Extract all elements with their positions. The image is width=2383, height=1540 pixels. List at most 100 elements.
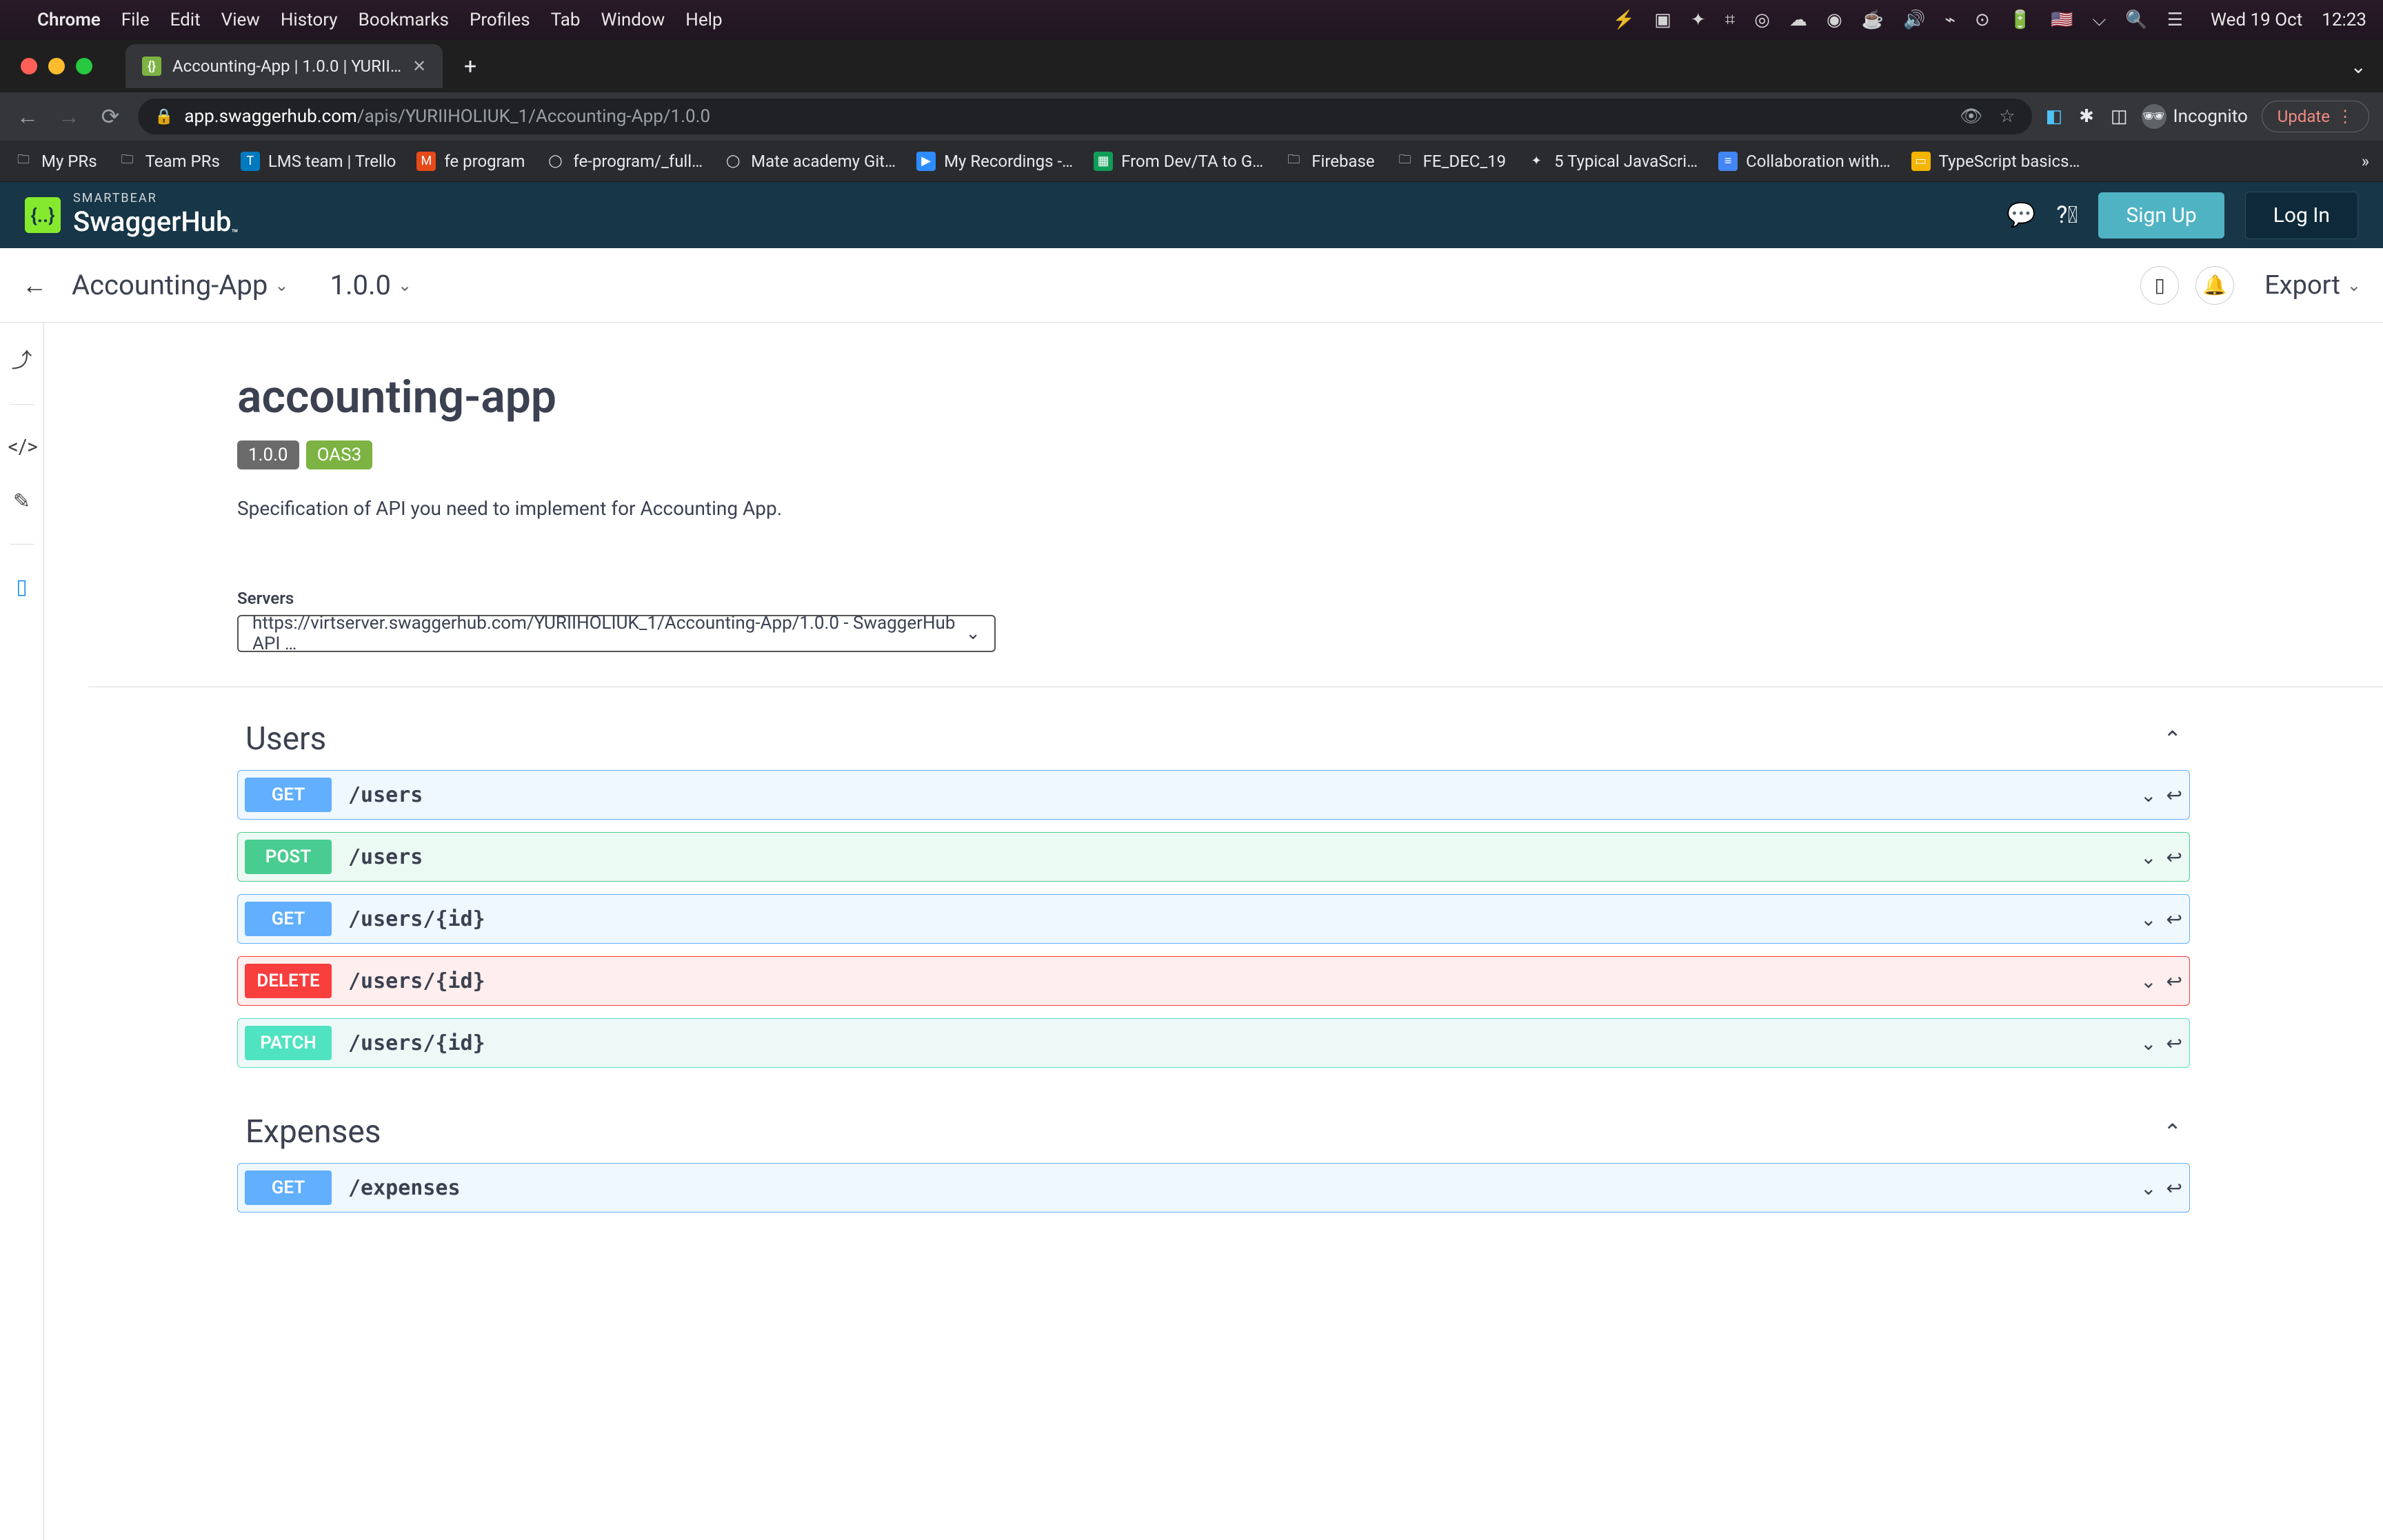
chevron-down-icon[interactable]: ⌄ bbox=[2140, 970, 2156, 993]
api-selector[interactable]: Accounting-App ⌄ bbox=[72, 269, 288, 301]
reload-button[interactable]: ⟳ bbox=[97, 103, 124, 130]
bookmark-item[interactable]: ✦5 Typical JavaScri… bbox=[1527, 152, 1698, 171]
menu-edit[interactable]: Edit bbox=[170, 10, 201, 30]
minimize-window-button[interactable] bbox=[48, 58, 65, 74]
macos-menubar: Chrome File Edit View History Bookmarks … bbox=[0, 0, 2383, 40]
export-button[interactable]: Export ⌄ bbox=[2264, 270, 2361, 301]
bookmark-item[interactable]: Mfe program bbox=[416, 152, 525, 171]
chevron-down-icon[interactable]: ⌄ bbox=[2140, 1177, 2156, 1199]
back-arrow-icon[interactable]: ← bbox=[22, 271, 47, 300]
operation-get[interactable]: GET /users ⌄ ↩ bbox=[237, 770, 2190, 820]
operation-delete[interactable]: DELETE /users/{id} ⌄ ↩ bbox=[237, 956, 2190, 1006]
status-icon[interactable]: ✦ bbox=[1691, 10, 1706, 30]
menubar-date[interactable]: Wed 19 Oct bbox=[2211, 10, 2302, 30]
control-center-icon[interactable]: ☰ bbox=[2167, 10, 2183, 30]
flag-icon[interactable]: 🇺🇸 bbox=[2051, 10, 2073, 30]
wifi-icon[interactable]: ⌵ bbox=[2093, 10, 2107, 31]
bookmark-item[interactable]: ▭TypeScript basics… bbox=[1911, 152, 2080, 171]
play-icon[interactable]: ⊙ bbox=[1975, 10, 1990, 30]
menu-tab[interactable]: Tab bbox=[551, 10, 581, 30]
close-window-button[interactable] bbox=[21, 58, 37, 74]
panel-icon[interactable]: ◫ bbox=[2111, 106, 2128, 127]
menu-window[interactable]: Window bbox=[601, 10, 665, 30]
sidebar-share-icon[interactable]: ⤴ bbox=[8, 343, 36, 374]
menu-profiles[interactable]: Profiles bbox=[470, 10, 530, 30]
operation-patch[interactable]: PATCH /users/{id} ⌄ ↩ bbox=[237, 1018, 2190, 1068]
link-icon[interactable]: ↩ bbox=[2166, 908, 2182, 931]
bookmark-item[interactable]: 🗀Team PRs bbox=[118, 152, 220, 171]
bookmark-item[interactable]: ◯Mate academy Git… bbox=[723, 152, 896, 171]
sidebar-edit-icon[interactable]: ✎ bbox=[8, 489, 36, 514]
section-header[interactable]: Expenses ⌃ bbox=[237, 1101, 2190, 1163]
chat-icon[interactable]: 💬 bbox=[2007, 201, 2035, 229]
link-icon[interactable]: ↩ bbox=[2166, 846, 2182, 869]
chevron-down-icon[interactable]: ⌄ bbox=[2140, 908, 2156, 931]
bookmark-item[interactable]: TLMS team | Trello bbox=[241, 152, 396, 171]
sidebar-code-icon[interactable]: </> bbox=[8, 435, 36, 459]
menu-bookmarks[interactable]: Bookmarks bbox=[359, 10, 449, 30]
servers-dropdown[interactable]: https://virtserver.swaggerhub.com/YURIIH… bbox=[237, 615, 996, 652]
help-icon[interactable]: ?⃝ bbox=[2056, 201, 2078, 229]
swaggerhub-brand[interactable]: {..} SMARTBEAR SwaggerHub™ bbox=[25, 191, 239, 240]
folder-icon: 🗀 bbox=[1284, 152, 1303, 171]
bookmark-item[interactable]: ◯fe-program/_full… bbox=[545, 152, 703, 171]
status-icon[interactable]: ⌗ bbox=[1725, 10, 1736, 31]
chevron-down-icon[interactable]: ⌄ bbox=[2140, 846, 2156, 869]
forward-button[interactable]: → bbox=[55, 103, 83, 130]
menu-help[interactable]: Help bbox=[685, 10, 722, 30]
search-icon[interactable]: 🔍 bbox=[2125, 10, 2147, 30]
operation-get[interactable]: GET /expenses ⌄ ↩ bbox=[237, 1163, 2190, 1213]
menu-view[interactable]: View bbox=[221, 10, 260, 30]
status-icon[interactable]: ☕ bbox=[1862, 10, 1884, 30]
document-icon[interactable]: ▯ bbox=[2140, 266, 2179, 305]
back-button[interactable]: ← bbox=[14, 103, 41, 130]
status-icon[interactable]: ☁ bbox=[1789, 10, 1807, 30]
menubar-time[interactable]: 12:23 bbox=[2322, 10, 2366, 30]
profile-button[interactable]: 🕶 Incognito bbox=[2142, 104, 2248, 129]
bookmark-item[interactable]: 🗀My PRs bbox=[14, 152, 97, 171]
signup-button[interactable]: Sign Up bbox=[2098, 192, 2224, 239]
bookmark-item[interactable]: ▶My Recordings -… bbox=[916, 152, 1073, 171]
maximize-window-button[interactable] bbox=[76, 58, 92, 74]
login-button[interactable]: Log In bbox=[2245, 192, 2358, 239]
bluetooth-icon[interactable]: ⌁ bbox=[1944, 10, 1955, 30]
new-tab-button[interactable]: + bbox=[454, 50, 487, 83]
lock-icon[interactable]: 🔒 bbox=[154, 108, 173, 125]
link-icon[interactable]: ↩ bbox=[2166, 1177, 2182, 1199]
bookmark-item[interactable]: ≡Collaboration with… bbox=[1718, 152, 1891, 171]
bookmark-item[interactable]: 🗀Firebase bbox=[1284, 152, 1374, 171]
operation-get[interactable]: GET /users/{id} ⌄ ↩ bbox=[237, 894, 2190, 944]
link-icon[interactable]: ↩ bbox=[2166, 784, 2182, 807]
main-content: accounting-app 1.0.0 OAS3 Specification … bbox=[44, 323, 2383, 1540]
menu-file[interactable]: File bbox=[121, 10, 150, 30]
status-icon[interactable]: ◉ bbox=[1827, 10, 1842, 30]
chevron-down-icon[interactable]: ⌄ bbox=[2140, 784, 2156, 807]
status-icon[interactable]: ◎ bbox=[1754, 10, 1770, 30]
close-tab-icon[interactable]: ✕ bbox=[412, 57, 426, 76]
section-header[interactable]: Users ⌃ bbox=[237, 708, 2190, 770]
link-icon[interactable]: ↩ bbox=[2166, 1032, 2182, 1055]
bookmarks-overflow-icon[interactable]: » bbox=[2362, 152, 2369, 171]
star-icon[interactable]: ☆ bbox=[1999, 106, 2015, 127]
update-button[interactable]: Update ⋮ bbox=[2262, 101, 2369, 132]
bookmark-item[interactable]: ▦From Dev/TA to G… bbox=[1094, 152, 1263, 171]
volume-icon[interactable]: 🔊 bbox=[1903, 10, 1925, 30]
link-icon[interactable]: ↩ bbox=[2166, 970, 2182, 993]
chevron-down-icon[interactable]: ⌄ bbox=[2140, 1032, 2156, 1055]
status-icon[interactable]: ▣ bbox=[1654, 10, 1671, 30]
battery-icon[interactable]: 🔋 bbox=[2009, 10, 2031, 30]
bookmark-item[interactable]: 🗀FE_DEC_19 bbox=[1396, 152, 1507, 171]
menu-history[interactable]: History bbox=[281, 10, 338, 30]
extension-icon[interactable]: ◧ bbox=[2046, 106, 2063, 127]
version-selector[interactable]: 1.0.0 ⌄ bbox=[330, 269, 412, 301]
active-app[interactable]: Chrome bbox=[37, 10, 101, 30]
browser-tab[interactable]: {} Accounting-App | 1.0.0 | YURII… ✕ bbox=[125, 44, 443, 88]
sidebar-doc-icon[interactable]: ▯ bbox=[8, 575, 36, 599]
address-bar[interactable]: 🔒 app.swaggerhub.com/apis/YURIIHOLIUK_1/… bbox=[138, 99, 2032, 134]
tabs-caret-icon[interactable]: ⌄ bbox=[2351, 55, 2366, 78]
status-icon[interactable]: ⚡ bbox=[1613, 10, 1635, 30]
eye-off-icon[interactable]: 👁 bbox=[1960, 106, 1982, 127]
operation-post[interactable]: POST /users ⌄ ↩ bbox=[237, 832, 2190, 882]
extensions-icon[interactable]: ✱ bbox=[2079, 106, 2094, 127]
notifications-icon[interactable]: 🔔 bbox=[2195, 266, 2234, 305]
